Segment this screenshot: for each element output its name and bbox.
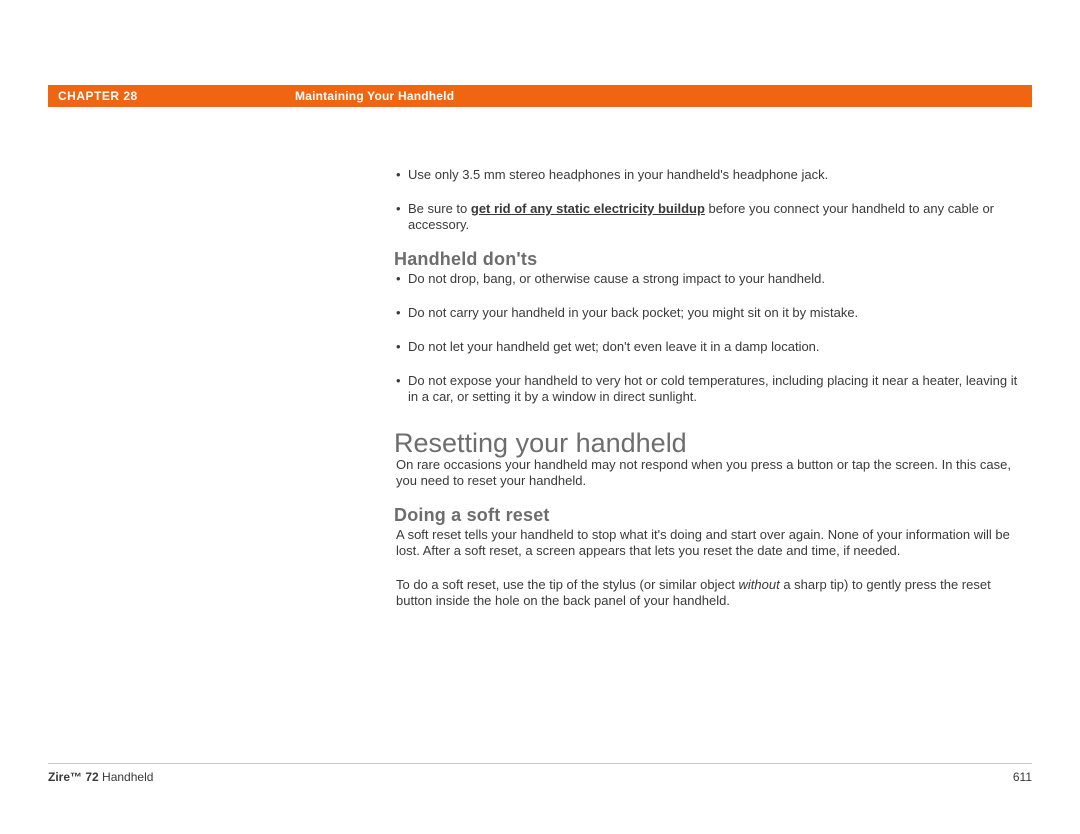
list-item: Do not drop, bang, or otherwise cause a … bbox=[396, 271, 1030, 287]
list-item: Do not expose your handheld to very hot … bbox=[396, 373, 1030, 405]
static-electricity-link[interactable]: get rid of any static electricity buildu… bbox=[471, 201, 705, 216]
chapter-number: CHAPTER 28 bbox=[48, 89, 295, 103]
chapter-header: CHAPTER 28 Maintaining Your Handheld bbox=[48, 85, 1032, 107]
body-text: A soft reset tells your handheld to stop… bbox=[396, 527, 1030, 559]
product-name: Zire™ 72 Handheld bbox=[48, 770, 153, 784]
tips-list: Use only 3.5 mm stereo headphones in you… bbox=[396, 167, 1030, 233]
page-number: 611 bbox=[1013, 770, 1032, 784]
product-name-bold: Zire™ 72 bbox=[48, 770, 99, 784]
chapter-title: Maintaining Your Handheld bbox=[295, 89, 454, 103]
body-text: without bbox=[739, 577, 780, 592]
body-text: Use only 3.5 mm stereo headphones in you… bbox=[408, 167, 828, 182]
soft-reset-heading: Doing a soft reset bbox=[394, 507, 1030, 523]
list-item: Do not carry your handheld in your back … bbox=[396, 305, 1030, 321]
list-item: Be sure to get rid of any static electri… bbox=[396, 201, 1030, 233]
product-name-rest: Handheld bbox=[99, 770, 154, 784]
body-text: To do a soft reset, use the tip of the s… bbox=[396, 577, 739, 592]
list-item: Use only 3.5 mm stereo headphones in you… bbox=[396, 167, 1030, 183]
body-text: On rare occasions your handheld may not … bbox=[396, 457, 1030, 489]
body-text: To do a soft reset, use the tip of the s… bbox=[396, 577, 1030, 609]
resetting-heading: Resetting your handheld bbox=[394, 435, 1030, 451]
donts-list: Do not drop, bang, or otherwise cause a … bbox=[396, 271, 1030, 405]
page-body: Use only 3.5 mm stereo headphones in you… bbox=[396, 107, 1030, 609]
page-footer: Zire™ 72 Handheld 611 bbox=[48, 763, 1032, 784]
body-text: Be sure to bbox=[408, 201, 471, 216]
list-item: Do not let your handheld get wet; don't … bbox=[396, 339, 1030, 355]
handheld-donts-heading: Handheld don'ts bbox=[394, 251, 1030, 267]
